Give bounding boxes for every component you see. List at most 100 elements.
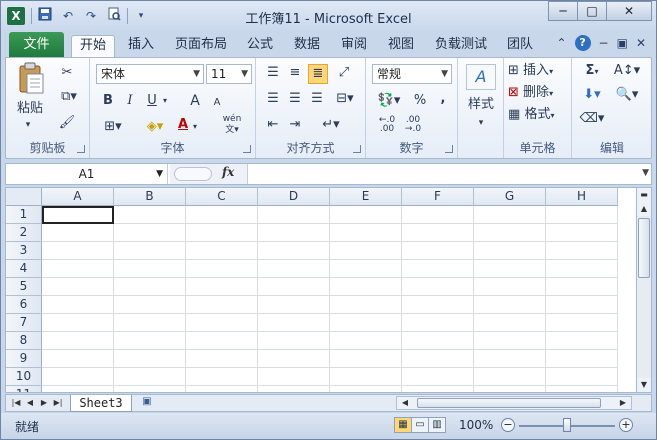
grid-cell[interactable] bbox=[42, 278, 114, 296]
grid-cell[interactable] bbox=[114, 224, 186, 242]
row-header[interactable]: 5 bbox=[6, 278, 42, 296]
decrease-indent-icon[interactable]: ⇤ bbox=[264, 116, 282, 134]
zoom-slider-thumb[interactable] bbox=[563, 418, 571, 432]
grid-cell[interactable] bbox=[42, 368, 114, 386]
orientation-icon[interactable]: ⤢ bbox=[334, 64, 354, 82]
grid-cell[interactable] bbox=[474, 350, 546, 368]
column-header[interactable]: H bbox=[546, 188, 618, 206]
split-handle-icon[interactable]: ▬ bbox=[637, 188, 651, 202]
grid-cell[interactable] bbox=[42, 350, 114, 368]
grid-cell[interactable] bbox=[474, 224, 546, 242]
row-header[interactable]: 7 bbox=[6, 314, 42, 332]
italic-button[interactable]: I bbox=[122, 92, 138, 110]
row-header[interactable]: 1 bbox=[6, 206, 42, 224]
grid-cell[interactable] bbox=[546, 242, 618, 260]
grid-cell[interactable] bbox=[186, 332, 258, 350]
format-painter-icon[interactable]: 🖌 bbox=[58, 114, 76, 132]
grid-cell[interactable] bbox=[258, 296, 330, 314]
font-name-combo[interactable]: 宋体 ▼ bbox=[96, 64, 204, 84]
horizontal-scroll-thumb[interactable] bbox=[417, 398, 601, 408]
align-right-icon[interactable]: ☰ bbox=[308, 90, 326, 108]
underline-button[interactable]: U bbox=[144, 92, 160, 110]
find-select-icon[interactable]: 🔍▾ bbox=[612, 86, 642, 104]
page-layout-view-icon[interactable]: ▭ bbox=[411, 417, 429, 433]
name-box[interactable]: A1 ▼ bbox=[6, 164, 168, 184]
grid-cell[interactable] bbox=[330, 260, 402, 278]
grid-cell[interactable] bbox=[42, 242, 114, 260]
vertical-scroll-thumb[interactable] bbox=[638, 218, 650, 278]
grid-cell[interactable] bbox=[546, 206, 618, 224]
grid-cell[interactable] bbox=[402, 296, 474, 314]
grid-cell[interactable] bbox=[474, 242, 546, 260]
grid-cell[interactable] bbox=[474, 206, 546, 224]
border-icon[interactable]: ⊞▾ bbox=[100, 118, 126, 136]
row-header[interactable]: 11 bbox=[6, 386, 42, 392]
align-center-icon[interactable]: ☰ bbox=[286, 90, 304, 108]
format-cells-button[interactable]: ▦ 格式▾ bbox=[508, 106, 568, 125]
phonetic-guide-button[interactable]: wén 文▾ bbox=[218, 114, 246, 136]
grid-cell[interactable] bbox=[258, 242, 330, 260]
grid-cell[interactable] bbox=[114, 260, 186, 278]
workbook-minimize-icon[interactable]: − bbox=[599, 36, 609, 50]
grid-cell[interactable] bbox=[258, 278, 330, 296]
scroll-left-icon[interactable]: ◀ bbox=[399, 397, 411, 409]
shrink-font-button[interactable]: A bbox=[210, 94, 224, 112]
scroll-down-icon[interactable]: ▼ bbox=[637, 378, 651, 392]
decrease-decimal-icon[interactable]: .00 →.0 bbox=[402, 116, 424, 134]
delete-cells-button[interactable]: ⊠ 删除▾ bbox=[508, 84, 568, 103]
sheet-tab[interactable]: Sheet3 bbox=[70, 395, 132, 412]
fill-icon[interactable]: ⬇▾ bbox=[578, 86, 606, 104]
normal-view-icon[interactable]: ▦ bbox=[394, 417, 412, 433]
wrap-text-icon[interactable]: ↵▾ bbox=[318, 116, 344, 134]
row-header[interactable]: 10 bbox=[6, 368, 42, 386]
grid-cell[interactable] bbox=[258, 368, 330, 386]
grid-cell[interactable] bbox=[474, 296, 546, 314]
column-header[interactable]: A bbox=[42, 188, 114, 206]
grid-cell[interactable] bbox=[258, 386, 330, 392]
grid-cell[interactable] bbox=[42, 314, 114, 332]
grid-cell[interactable] bbox=[546, 350, 618, 368]
tab-file[interactable]: 文件 bbox=[9, 32, 64, 57]
grid-cell[interactable] bbox=[330, 350, 402, 368]
grid-cell[interactable] bbox=[546, 260, 618, 278]
tab-home[interactable]: 开始 bbox=[71, 35, 116, 57]
horizontal-scrollbar[interactable]: ◀ ▶ bbox=[396, 396, 632, 410]
align-left-icon[interactable]: ☰ bbox=[264, 90, 282, 108]
zoom-level[interactable]: 100% bbox=[459, 418, 493, 432]
grow-font-button[interactable]: A bbox=[188, 92, 202, 110]
grid-cell[interactable] bbox=[186, 260, 258, 278]
clipboard-launcher-icon[interactable] bbox=[77, 145, 85, 153]
close-button[interactable]: ✕ bbox=[606, 1, 652, 21]
grid-cell[interactable] bbox=[402, 314, 474, 332]
minimize-ribbon-icon[interactable]: ⌃ bbox=[556, 36, 566, 50]
select-all-button[interactable] bbox=[6, 188, 42, 206]
grid-cell[interactable] bbox=[402, 368, 474, 386]
column-header[interactable]: E bbox=[330, 188, 402, 206]
grid-cell[interactable] bbox=[114, 296, 186, 314]
formula-cancel-enter[interactable] bbox=[174, 167, 212, 181]
styles-button-label[interactable]: 样式 bbox=[460, 96, 502, 114]
grid-cell[interactable] bbox=[402, 386, 474, 392]
vertical-scrollbar[interactable]: ▬ ▲ ▼ bbox=[636, 187, 652, 393]
grid-cell[interactable] bbox=[258, 332, 330, 350]
alignment-launcher-icon[interactable] bbox=[353, 145, 361, 153]
grid-cell[interactable] bbox=[42, 332, 114, 350]
row-header[interactable]: 2 bbox=[6, 224, 42, 242]
formula-input[interactable] bbox=[249, 164, 637, 184]
font-size-combo[interactable]: 11 ▼ bbox=[206, 64, 252, 84]
row-header[interactable]: 8 bbox=[6, 332, 42, 350]
font-color-button[interactable]: A bbox=[176, 116, 190, 134]
grid-cell[interactable] bbox=[186, 314, 258, 332]
grid-cell[interactable] bbox=[546, 368, 618, 386]
grid-cell[interactable] bbox=[114, 350, 186, 368]
prev-sheet-icon[interactable]: ◀ bbox=[24, 395, 36, 411]
tab-insert[interactable]: 插入 bbox=[125, 35, 157, 57]
grid-cell[interactable] bbox=[402, 260, 474, 278]
grid-cell[interactable] bbox=[42, 386, 114, 392]
grid-cell[interactable] bbox=[474, 386, 546, 392]
grid-cell[interactable] bbox=[330, 296, 402, 314]
grid-cell[interactable] bbox=[330, 206, 402, 224]
grid-cell[interactable] bbox=[186, 278, 258, 296]
insert-function-button[interactable]: fx bbox=[222, 165, 234, 179]
cut-icon[interactable]: ✂ bbox=[58, 64, 76, 82]
